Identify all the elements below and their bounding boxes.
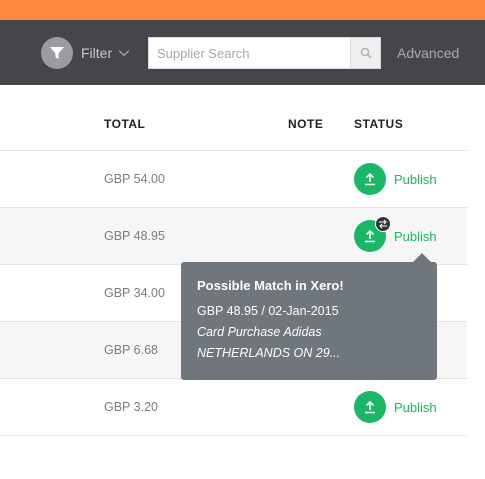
search-icon bbox=[360, 47, 372, 59]
tooltip-title: Possible Match in Xero! bbox=[197, 278, 344, 293]
filter-label: Filter bbox=[81, 45, 113, 61]
column-header-total[interactable]: TOTAL bbox=[104, 117, 145, 131]
tooltip-arrow bbox=[413, 253, 431, 262]
row-total: GBP 48.95 bbox=[104, 229, 165, 243]
match-indicator-icon[interactable] bbox=[375, 216, 391, 232]
column-header-status[interactable]: STATUS bbox=[354, 117, 403, 131]
table-row[interactable]: GBP 54.00 Publish bbox=[0, 150, 467, 207]
toolbar: Filter Advanced bbox=[0, 20, 485, 85]
top-accent-bar bbox=[0, 0, 485, 20]
upload-icon bbox=[354, 163, 386, 195]
row-total: GBP 34.00 bbox=[104, 286, 165, 300]
search-button[interactable] bbox=[350, 37, 381, 69]
tooltip-detail: GBP 48.95 / 02-Jan-2015 bbox=[197, 304, 339, 318]
chevron-down-icon bbox=[118, 49, 130, 57]
upload-icon bbox=[354, 391, 386, 423]
table-row[interactable]: GBP 3.20 Publish bbox=[0, 378, 467, 436]
tooltip-description-line1: Card Purchase Adidas bbox=[197, 325, 322, 339]
publish-button[interactable]: Publish bbox=[354, 163, 437, 195]
publish-label: Publish bbox=[394, 171, 437, 187]
publish-label: Publish bbox=[394, 399, 437, 415]
tooltip-description-line2: NETHERLANDS ON 29... bbox=[197, 346, 341, 360]
supplier-search bbox=[148, 37, 381, 69]
publish-label: Publish bbox=[394, 228, 437, 244]
row-total: GBP 54.00 bbox=[104, 172, 165, 186]
filter-icon bbox=[41, 37, 73, 69]
publish-button[interactable]: Publish bbox=[354, 220, 437, 252]
column-header-note[interactable]: NOTE bbox=[288, 117, 323, 131]
filter-button[interactable]: Filter bbox=[41, 37, 130, 69]
table-row[interactable]: GBP 48.95 Publish bbox=[0, 207, 467, 264]
possible-match-tooltip: Possible Match in Xero! GBP 48.95 / 02-J… bbox=[181, 262, 437, 380]
publish-button[interactable]: Publish bbox=[354, 391, 437, 423]
supplier-search-input[interactable] bbox=[148, 37, 350, 69]
advanced-search-link[interactable]: Advanced bbox=[397, 45, 459, 61]
row-total: GBP 3.20 bbox=[104, 400, 158, 414]
row-total: GBP 6.68 bbox=[104, 343, 158, 357]
